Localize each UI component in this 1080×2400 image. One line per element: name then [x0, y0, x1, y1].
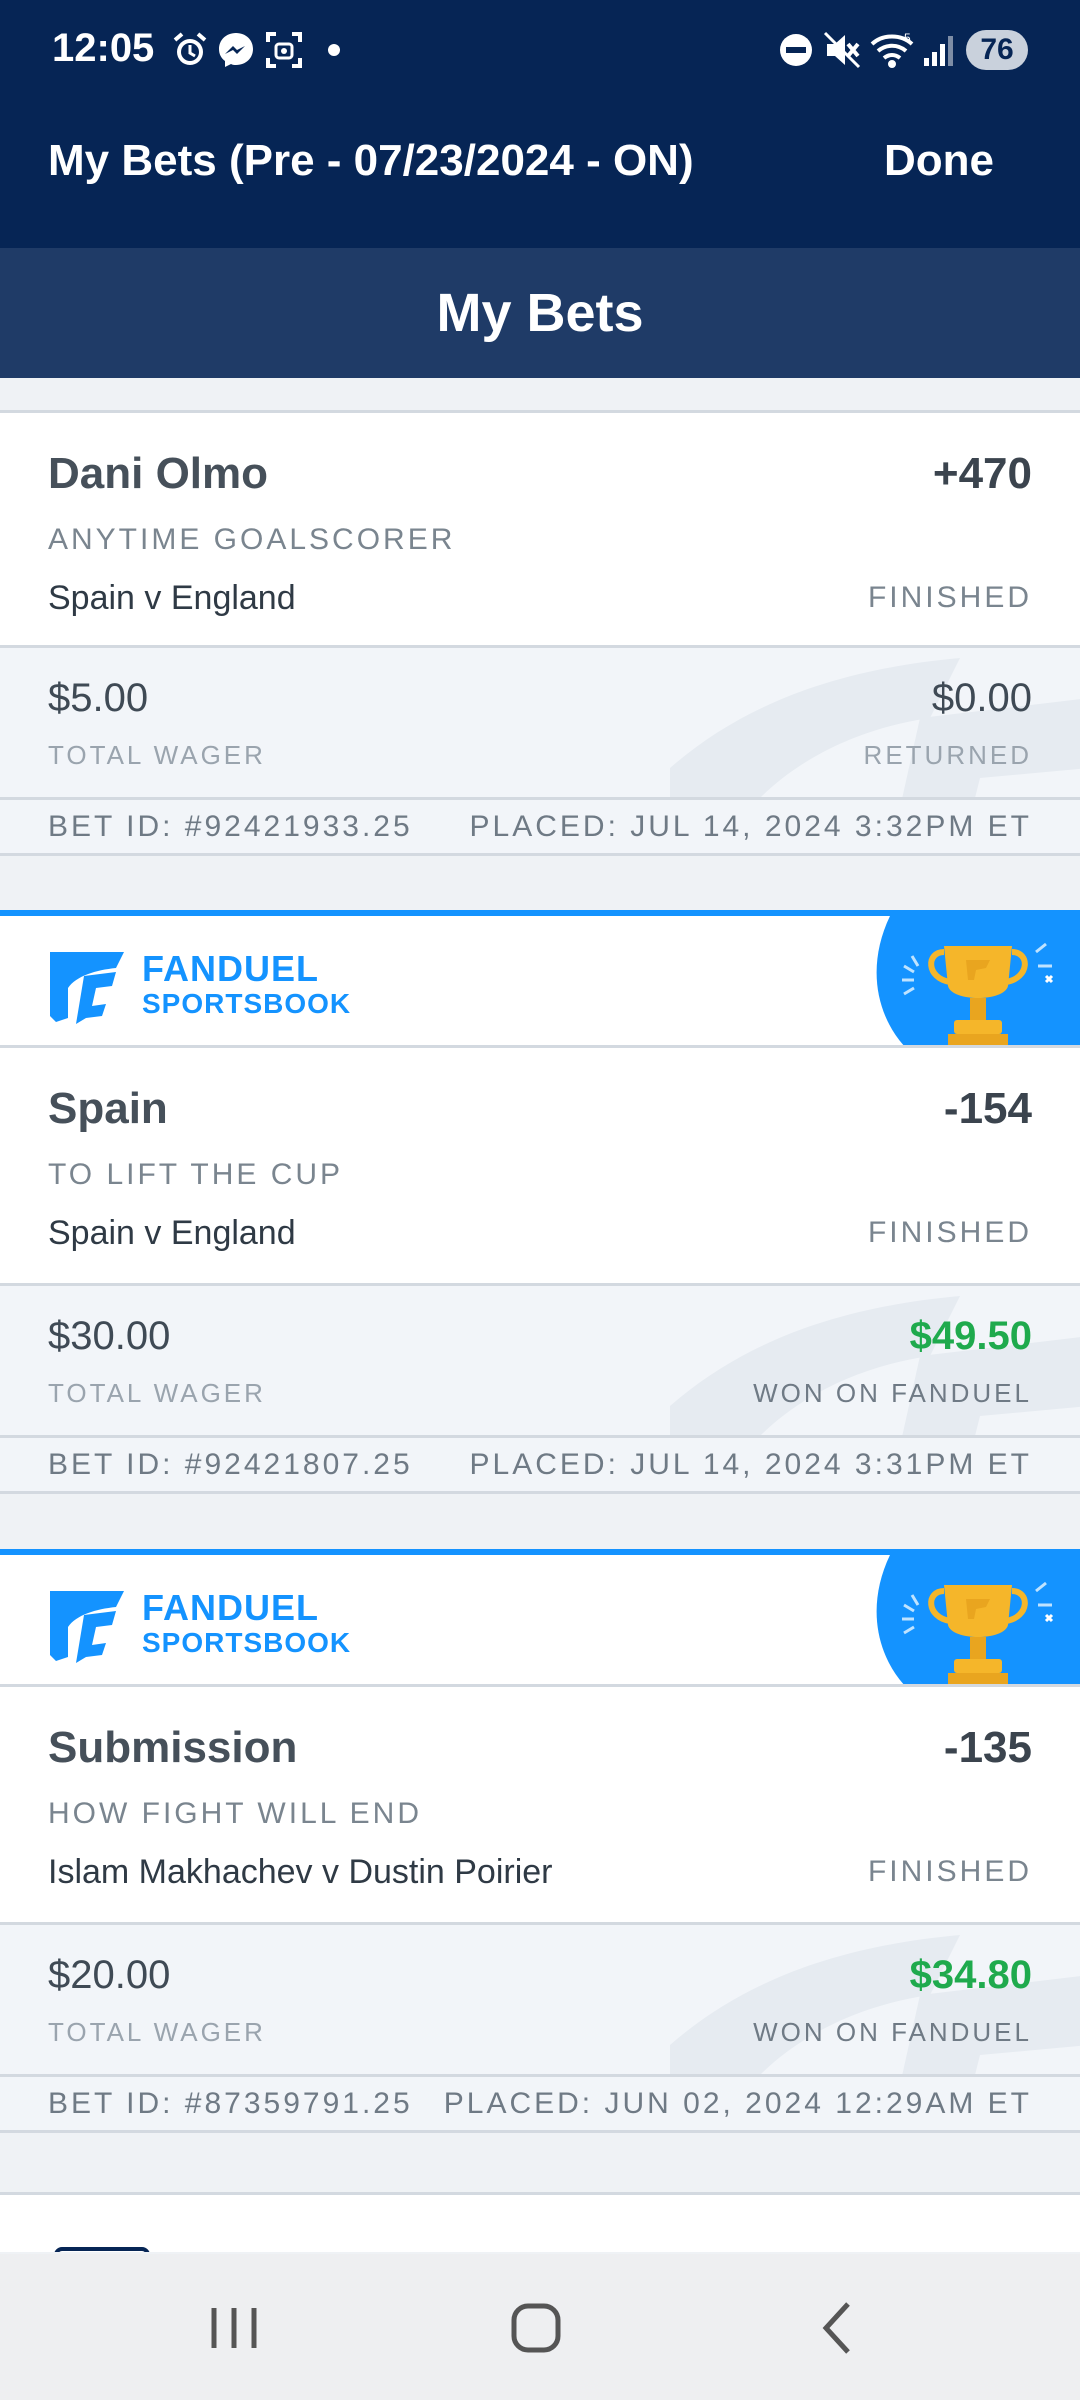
alarm-icon	[173, 32, 207, 65]
bet-market: ANYTIME GOALSCORER	[48, 523, 456, 556]
bet-id-row: BET ID: #92421933.25 PLACED: JUL 14, 202…	[0, 800, 1080, 856]
wifi-icon: 5	[870, 31, 914, 68]
dot-icon	[328, 44, 340, 56]
won-amount: $34.80	[909, 1953, 1032, 1997]
brand-subname: SPORTSBOOK	[142, 1627, 352, 1658]
bet-id-row: BET ID: #92421807.25 PLACED: JUL 14, 202…	[0, 1438, 1080, 1494]
bet-event: Islam Makhachev v Dustin Poirier	[48, 1853, 553, 1891]
recent-apps-icon[interactable]	[194, 2296, 274, 2360]
total-wager-label: TOTAL WAGER	[48, 740, 266, 770]
total-wager-amount: $5.00	[48, 676, 149, 720]
bet-status: FINISHED	[867, 1216, 1032, 1249]
next-bet-card-partial[interactable]	[0, 2192, 1080, 2252]
won-label: WON ON FANDUEL	[753, 2017, 1032, 2047]
bet-event: Spain v England	[48, 579, 296, 617]
trophy-icon	[876, 1555, 1080, 1684]
fanduel-logo-icon	[50, 1591, 124, 1663]
battery-indicator: 76	[966, 30, 1028, 70]
status-time: 12:05	[52, 26, 155, 70]
bet-info: Spain -154 TO LIFT THE CUP Spain v Engla…	[0, 1048, 1080, 1286]
brand-name: FANDUEL	[142, 1587, 319, 1628]
bet-card[interactable]: Dani Olmo +470 ANYTIME GOALSCORER Spain …	[0, 410, 1080, 856]
total-wager-amount: $20.00	[48, 1953, 171, 1997]
won-amount: $49.50	[909, 1314, 1032, 1358]
fanduel-promo-banner: FANDUEL SPORTSBOOK	[0, 1549, 1080, 1687]
bet-market: HOW FIGHT WILL END	[48, 1797, 423, 1830]
partial-logo-icon	[54, 2247, 150, 2252]
bet-id-row: BET ID: #87359791.25 PLACED: JUN 02, 202…	[0, 2077, 1080, 2133]
status-bar: 12:05 5 76	[0, 0, 1080, 100]
bet-id: BET ID: #92421807.25	[48, 1448, 413, 1481]
bet-event: Spain v England	[48, 1214, 296, 1252]
bet-odds: -135	[943, 1723, 1032, 1772]
wager-row: $30.00 TOTAL WAGER $49.50 WON ON FANDUEL	[0, 1286, 1080, 1438]
bet-card[interactable]: FANDUEL SPORTSBOOK Submission -135 HOW F…	[0, 1549, 1080, 2133]
bet-selection: Dani Olmo	[48, 449, 269, 498]
messenger-icon	[219, 33, 253, 67]
total-wager-label: TOTAL WAGER	[48, 1378, 266, 1408]
total-wager-amount: $30.00	[48, 1314, 171, 1358]
returned-amount: $0.00	[931, 676, 1032, 720]
fanduel-promo-banner: FANDUEL SPORTSBOOK	[0, 910, 1080, 1048]
bet-status: FINISHED	[867, 1855, 1032, 1888]
wager-row: $20.00 TOTAL WAGER $34.80 WON ON FANDUEL	[0, 1925, 1080, 2077]
bet-selection: Spain	[48, 1084, 168, 1133]
page-title: My Bets (Pre - 07/23/2024 - ON)	[48, 136, 694, 185]
mute-icon	[823, 31, 861, 69]
signal-icon	[924, 36, 953, 66]
bet-market: TO LIFT THE CUP	[48, 1158, 344, 1191]
brand-name: FANDUEL	[142, 948, 319, 989]
dnd-icon	[780, 34, 812, 66]
bet-info: Dani Olmo +470 ANYTIME GOALSCORER Spain …	[0, 410, 1080, 648]
wager-row: $5.00 TOTAL WAGER $0.00 RETURNED	[0, 648, 1080, 800]
brand-subname: SPORTSBOOK	[142, 988, 352, 1019]
total-wager-label: TOTAL WAGER	[48, 2017, 266, 2047]
bet-placed: PLACED: JUL 14, 2024 3:31PM ET	[469, 1448, 1032, 1481]
screenshot-icon	[266, 32, 302, 68]
bet-odds: +470	[932, 449, 1032, 498]
bet-info: Submission -135 HOW FIGHT WILL END Islam…	[0, 1687, 1080, 1925]
bet-card[interactable]: FANDUEL SPORTSBOOK Spain -154 TO LIFT TH…	[0, 910, 1080, 1494]
fanduel-logo-icon	[50, 952, 124, 1024]
bet-odds: -154	[943, 1084, 1032, 1133]
bet-id: BET ID: #87359791.25	[48, 2087, 413, 2120]
system-nav-bar	[0, 2254, 1080, 2400]
bet-placed: PLACED: JUL 14, 2024 3:32PM ET	[469, 810, 1032, 843]
section-title: My Bets	[436, 283, 644, 343]
back-icon[interactable]	[798, 2296, 878, 2360]
bet-placed: PLACED: JUN 02, 2024 12:29AM ET	[443, 2087, 1032, 2120]
section-header: My Bets	[0, 248, 1080, 378]
bet-selection: Submission	[48, 1723, 298, 1772]
svg-text:5: 5	[904, 31, 911, 45]
won-label: WON ON FANDUEL	[753, 1378, 1032, 1408]
bet-status: FINISHED	[867, 581, 1032, 614]
bet-id: BET ID: #92421933.25	[48, 810, 413, 843]
home-icon[interactable]	[496, 2296, 576, 2360]
done-button[interactable]: Done	[884, 136, 994, 186]
app-header: My Bets (Pre - 07/23/2024 - ON) Done	[0, 100, 1080, 248]
returned-label: RETURNED	[863, 740, 1032, 770]
trophy-icon	[876, 916, 1080, 1045]
